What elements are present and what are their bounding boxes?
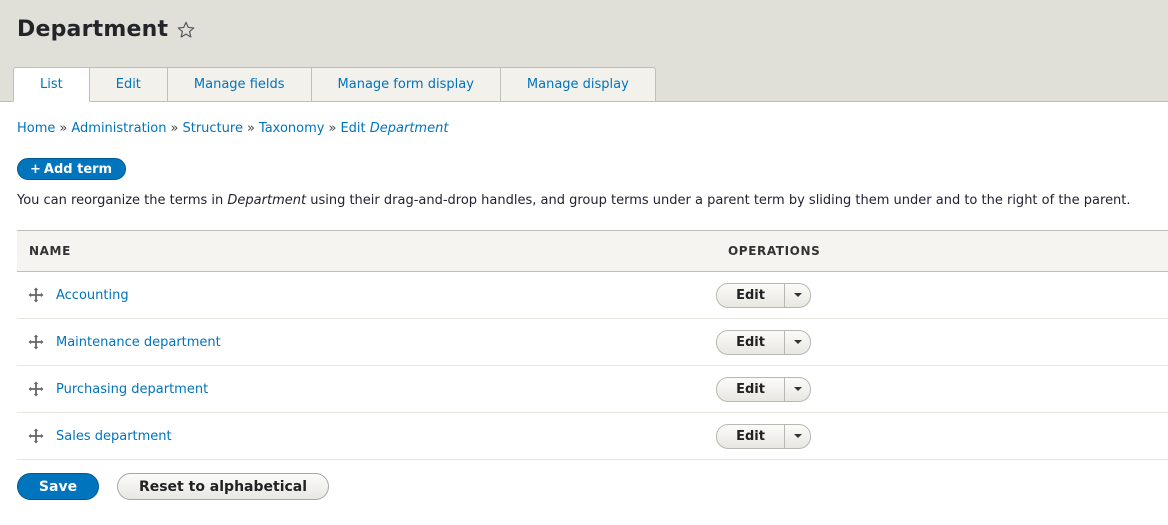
breadcrumb-separator: » [170, 121, 179, 136]
breadcrumb-current-prefix: Edit [340, 121, 370, 136]
table-row: Maintenance department Edit [17, 318, 1168, 366]
main-content: Home» Administration» Structure» Taxonomy» E… [0, 121, 1168, 500]
breadcrumb-edit-department[interactable]: Edit Department [340, 121, 448, 136]
add-term-button[interactable]: + Add term [17, 158, 127, 180]
page-title-wrap: Department [17, 17, 196, 42]
caret-down-icon [793, 387, 802, 391]
tab-list[interactable]: List [13, 67, 90, 102]
edit-button[interactable]: Edit [717, 424, 785, 448]
page-title: Department [17, 17, 169, 42]
save-button[interactable]: Save [17, 473, 99, 500]
column-header-operations: OPERATIONS [716, 230, 1168, 272]
breadcrumb-administration[interactable]: Administration [71, 121, 166, 136]
edit-button[interactable]: Edit [717, 377, 785, 401]
move-arrows-icon[interactable] [28, 428, 44, 444]
tab-manage-form-display[interactable]: Manage form display [311, 67, 501, 102]
breadcrumb-structure[interactable]: Structure [182, 121, 242, 136]
help-text-after: using their drag-and-drop handles, and g… [306, 193, 1131, 208]
breadcrumb-taxonomy[interactable]: Taxonomy [259, 121, 325, 136]
breadcrumb: Home» Administration» Structure» Taxonomy» E… [17, 121, 1168, 136]
star-icon[interactable] [176, 20, 196, 40]
edit-button[interactable]: Edit [717, 283, 785, 307]
term-link-maintenance-department[interactable]: Maintenance department [56, 335, 221, 350]
edit-button[interactable]: Edit [717, 330, 785, 354]
primary-tabs: List Edit Manage fields Manage form disp… [13, 67, 656, 102]
move-arrows-icon[interactable] [28, 381, 44, 397]
dropdown-toggle[interactable] [785, 331, 810, 354]
reset-alphabetical-button[interactable]: Reset to alphabetical [117, 473, 329, 500]
caret-down-icon [793, 434, 802, 438]
help-text-before: You can reorganize the terms in [17, 193, 228, 208]
table-row: Sales department Edit [17, 412, 1168, 460]
help-text-em: Department [227, 193, 307, 208]
term-link-purchasing-department[interactable]: Purchasing department [56, 382, 208, 397]
operations-dropbutton: Edit [716, 376, 811, 402]
operations-dropbutton: Edit [716, 329, 811, 355]
term-link-sales-department[interactable]: Sales department [56, 429, 172, 444]
breadcrumb-home[interactable]: Home [17, 121, 55, 136]
breadcrumb-separator: » [246, 121, 255, 136]
table-row: Accounting Edit [17, 271, 1168, 319]
move-arrows-icon[interactable] [28, 334, 44, 350]
dropdown-toggle[interactable] [785, 284, 810, 307]
dropdown-toggle[interactable] [785, 378, 810, 401]
breadcrumb-separator: » [328, 121, 337, 136]
table-header-row: NAME OPERATIONS [17, 230, 1168, 272]
operations-dropbutton: Edit [716, 282, 811, 308]
column-header-name: NAME [17, 230, 716, 272]
plus-icon: + [30, 161, 41, 177]
terms-table: NAME OPERATIONS Accounting Edit Maintena… [17, 230, 1168, 460]
caret-down-icon [793, 293, 802, 297]
move-arrows-icon[interactable] [28, 287, 44, 303]
caret-down-icon [793, 340, 802, 344]
tab-manage-display[interactable]: Manage display [500, 67, 656, 102]
form-actions: Save Reset to alphabetical [17, 473, 1168, 500]
tab-manage-fields[interactable]: Manage fields [167, 67, 312, 102]
add-term-label: Add term [43, 161, 113, 177]
dropdown-toggle[interactable] [785, 425, 810, 448]
term-link-accounting[interactable]: Accounting [56, 288, 129, 303]
help-text: You can reorganize the terms in Departme… [17, 193, 1168, 208]
breadcrumb-separator: » [59, 121, 68, 136]
tab-edit[interactable]: Edit [89, 67, 168, 102]
table-row: Purchasing department Edit [17, 365, 1168, 413]
page-header: Department List Edit Manage fields Manag… [0, 0, 1168, 102]
operations-dropbutton: Edit [716, 423, 811, 449]
breadcrumb-current-em: Department [369, 121, 449, 136]
